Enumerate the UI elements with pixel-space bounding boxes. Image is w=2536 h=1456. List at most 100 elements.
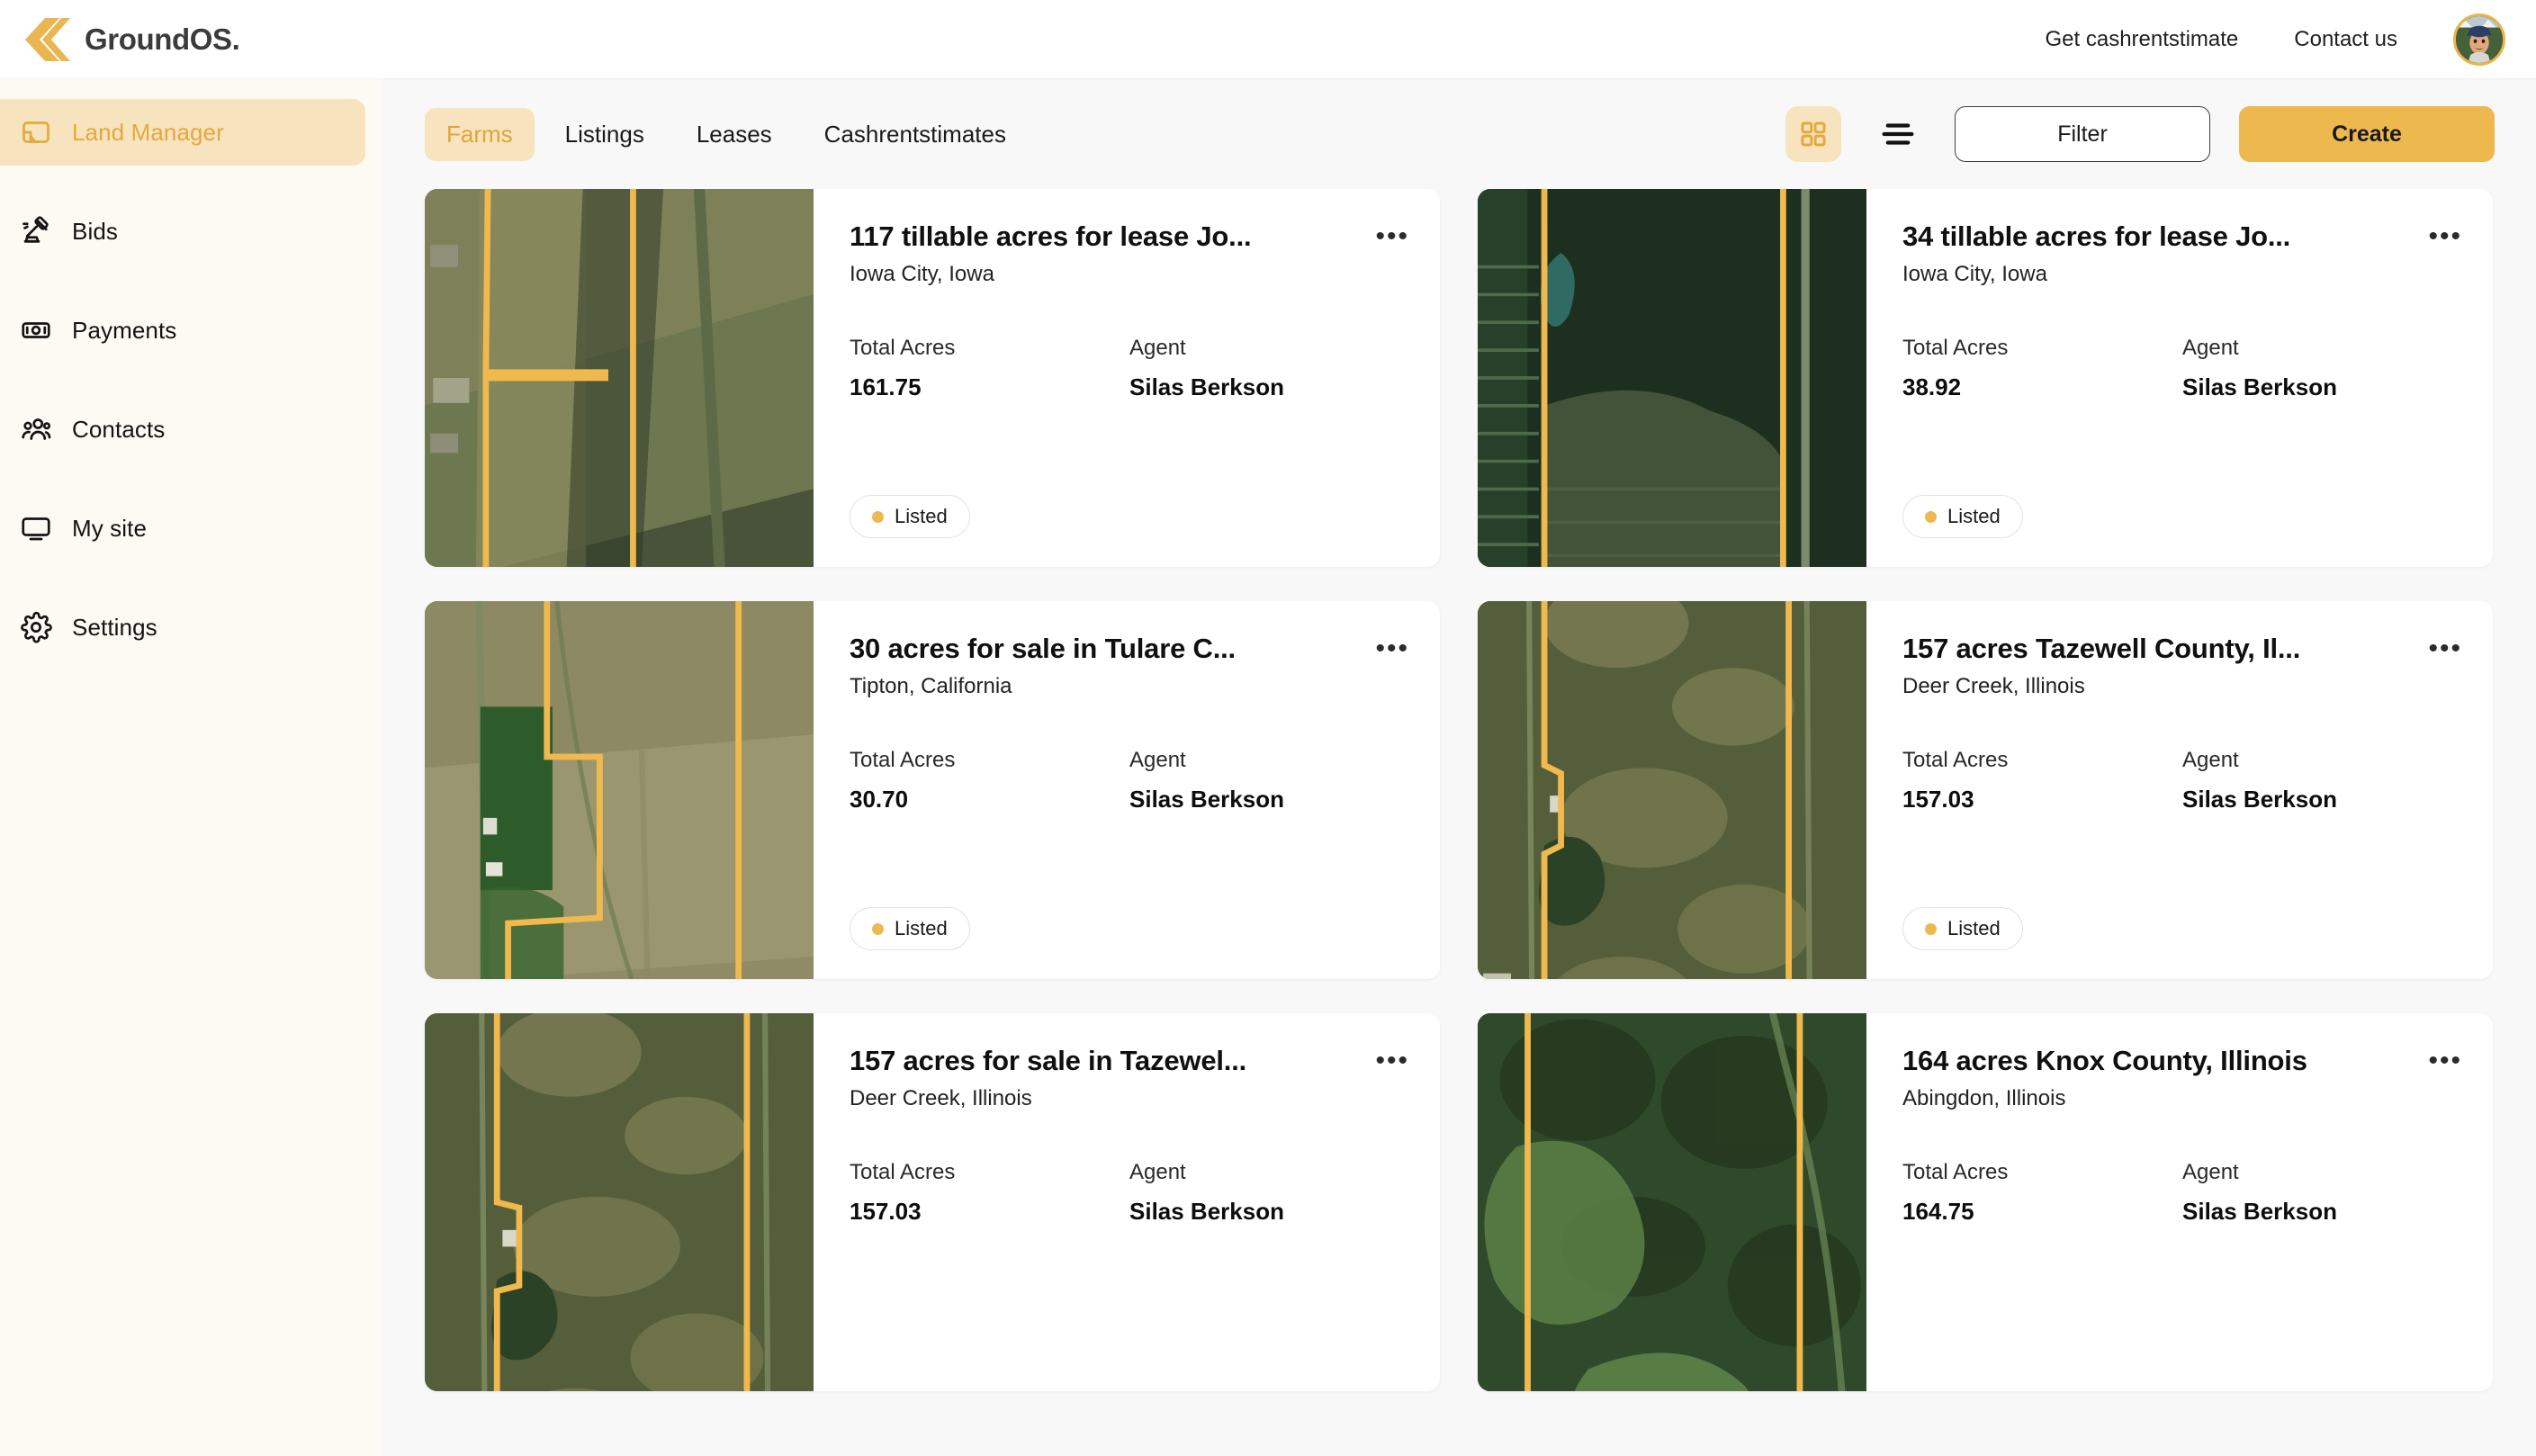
farm-card[interactable]: 157 acres for sale in Tazewel... ••• Dee… [425,1013,1440,1391]
get-cashrentstimate-link[interactable]: Get cashrentstimate [2046,27,2239,52]
tab-farms[interactable]: Farms [425,108,535,161]
farm-card-title[interactable]: 164 acres Knox County, Illinois [1902,1046,2307,1077]
agent-value: Silas Berkson [1129,373,1409,401]
status-badge: Listed [850,495,970,538]
farm-card-more-menu[interactable]: ••• [2428,634,2462,658]
farm-card-more-menu[interactable]: ••• [2428,1046,2462,1070]
list-view-icon [1880,121,1916,148]
grid-view-icon [1798,119,1829,149]
farm-map-thumbnail[interactable] [1478,189,1866,567]
farm-card[interactable]: 164 acres Knox County, Illinois ••• Abin… [1478,1013,2493,1391]
farm-map-thumbnail[interactable] [1478,601,1866,979]
total-acres-label: Total Acres [850,1160,1129,1185]
list-view-toggle[interactable] [1870,106,1926,162]
tab-cashrentstimates[interactable]: Cashrentstimates [803,108,1028,161]
app-root: GroundOS. Get cashrentstimate Contact us [0,0,2536,1456]
farm-card-title[interactable]: 30 acres for sale in Tulare C... [850,634,1236,665]
farm-cards-scroll[interactable]: 117 tillable acres for lease Jo... ••• I… [382,189,2536,1456]
farm-map-thumbnail[interactable] [425,189,814,567]
status-badge: Listed [1902,907,2023,950]
tab-listings[interactable]: Listings [544,108,666,161]
agent-stat: Agent Silas Berkson [1129,336,1409,401]
status-badge-label: Listed [1947,917,2001,940]
sidebar-item-payments[interactable]: Payments [0,297,365,364]
agent-label: Agent [2182,748,2462,773]
total-acres-value: 157.03 [850,1198,1129,1226]
farm-card-location: Abingdon, Illinois [1902,1086,2462,1111]
satellite-map-icon [425,189,814,567]
farm-card-title[interactable]: 34 tillable acres for lease Jo... [1902,221,2290,253]
brand[interactable]: GroundOS. [23,16,239,63]
farm-card-more-menu[interactable]: ••• [1375,221,1409,246]
sidebar-item-label: Land Manager [72,119,224,147]
total-acres-value: 157.03 [1902,786,2182,813]
farm-card-header: 30 acres for sale in Tulare C... ••• [850,634,1409,665]
farm-map-thumbnail[interactable] [425,601,814,979]
farm-card-stats: Total Acres 157.03 Agent Silas Berkson [1902,748,2462,813]
farm-map-thumbnail[interactable] [425,1013,814,1391]
agent-label: Agent [1129,1160,1409,1185]
header-actions: Get cashrentstimate Contact us [2046,13,2506,66]
farm-card-more-menu[interactable]: ••• [1375,634,1409,658]
farm-map-thumbnail[interactable] [1478,1013,1866,1391]
main-content: Farms Listings Leases Cashrentstimates [382,79,2536,1456]
avatar[interactable] [2453,13,2505,66]
sidebar-item-bids[interactable]: Bids [0,198,365,265]
gavel-icon [20,215,52,247]
status-dot-icon [1925,923,1937,935]
agent-stat: Agent Silas Berkson [1129,1160,1409,1226]
farm-card-body: 117 tillable acres for lease Jo... ••• I… [814,189,1440,567]
sidebar: Land Manager Bids Payments [0,79,382,1456]
banknote-icon [20,314,52,346]
farm-card[interactable]: 157 acres Tazewell County, Il... ••• Dee… [1478,601,2493,979]
agent-stat: Agent Silas Berkson [1129,748,1409,813]
filter-button[interactable]: Filter [1955,106,2210,162]
contact-us-link[interactable]: Contact us [2294,27,2397,52]
farm-card-stats: Total Acres 164.75 Agent Silas Berkson [1902,1160,2462,1226]
farm-card-location: Deer Creek, Illinois [1902,674,2462,699]
gear-icon [20,611,52,643]
sidebar-item-label: Settings [72,614,157,642]
total-acres-label: Total Acres [1902,336,2182,361]
agent-label: Agent [1129,748,1409,773]
agent-value: Silas Berkson [1129,786,1409,813]
farm-card-title[interactable]: 117 tillable acres for lease Jo... [850,221,1251,253]
total-acres-value: 161.75 [850,373,1129,401]
satellite-map-icon [425,601,814,979]
agent-value: Silas Berkson [1129,1198,1409,1226]
brand-name: GroundOS. [85,22,239,57]
total-acres-stat: Total Acres 30.70 [850,748,1129,813]
total-acres-label: Total Acres [850,336,1129,361]
total-acres-label: Total Acres [850,748,1129,773]
satellite-map-icon [1478,189,1866,567]
farm-card-more-menu[interactable]: ••• [2428,221,2462,246]
total-acres-stat: Total Acres 164.75 [1902,1160,2182,1226]
farm-card[interactable]: 30 acres for sale in Tulare C... ••• Tip… [425,601,1440,979]
sidebar-item-contacts[interactable]: Contacts [0,396,365,463]
agent-value: Silas Berkson [2182,373,2462,401]
farm-card-body: 157 acres for sale in Tazewel... ••• Dee… [814,1013,1440,1391]
farm-card-body: 164 acres Knox County, Illinois ••• Abin… [1866,1013,2493,1391]
farm-card-stats: Total Acres 38.92 Agent Silas Berkson [1902,336,2462,401]
land-manager-icon [20,116,52,148]
status-badge-label: Listed [895,505,948,528]
farm-card[interactable]: 34 tillable acres for lease Jo... ••• Io… [1478,189,2493,567]
satellite-map-icon [1478,1013,1866,1391]
total-acres-value: 30.70 [850,786,1129,813]
tab-leases[interactable]: Leases [675,108,794,161]
sidebar-item-label: Contacts [72,416,165,444]
farm-card-title[interactable]: 157 acres Tazewell County, Il... [1902,634,2300,665]
user-avatar-photo-icon [2456,16,2503,63]
satellite-map-icon [1478,601,1866,979]
farm-card-more-menu[interactable]: ••• [1375,1046,1409,1070]
monitor-icon [20,512,52,544]
sidebar-item-my-site[interactable]: My site [0,495,365,562]
grid-view-toggle[interactable] [1785,106,1841,162]
sidebar-item-settings[interactable]: Settings [0,594,365,661]
farm-card[interactable]: 117 tillable acres for lease Jo... ••• I… [425,189,1440,567]
sidebar-item-label: My site [72,515,147,543]
create-button[interactable]: Create [2239,106,2495,162]
agent-label: Agent [2182,336,2462,361]
sidebar-item-land-manager[interactable]: Land Manager [0,99,365,166]
farm-card-title[interactable]: 157 acres for sale in Tazewel... [850,1046,1246,1077]
